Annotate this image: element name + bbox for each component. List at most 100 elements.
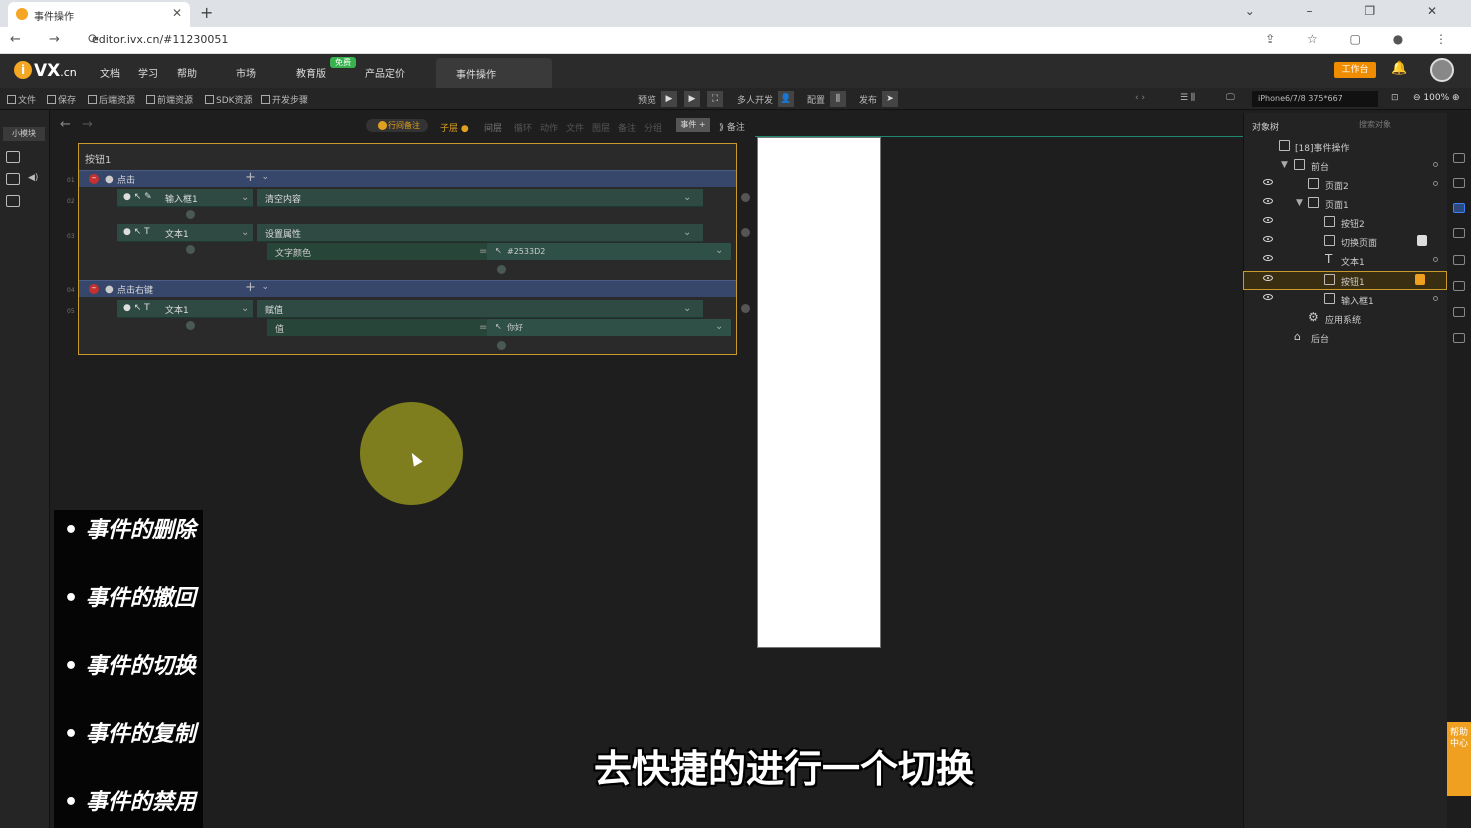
action-target[interactable]: ● ↖ T 文本1 ⌄ <box>117 300 253 318</box>
settings-icon[interactable] <box>6 173 20 185</box>
action-target[interactable]: ● ↖ T 文本1 ⌄ <box>117 224 253 242</box>
search-icon[interactable] <box>6 195 20 207</box>
tree-item-page2[interactable]: 页面2 <box>1243 175 1447 194</box>
action-select[interactable]: 设置属性 ⌄ <box>257 224 703 242</box>
child-layer-toggle[interactable]: 子层 ● <box>440 121 469 134</box>
tree-item-project[interactable]: [18]事件操作 <box>1243 137 1447 156</box>
search-input[interactable]: 搜索对象 <box>1359 119 1455 132</box>
fullscreen-icon[interactable]: ⛶ <box>707 91 723 107</box>
toggle-dot-icon[interactable]: ● <box>105 174 114 185</box>
list-icon[interactable] <box>1453 281 1465 291</box>
workbench-button[interactable]: 工作台 <box>1334 62 1376 78</box>
tree-item-button2[interactable]: 按钮2 <box>1243 213 1447 232</box>
row-handle-icon[interactable] <box>741 193 750 202</box>
toggle-dot-icon[interactable]: ● <box>105 284 114 295</box>
eye-icon[interactable] <box>1263 179 1273 185</box>
tree-item-frontend[interactable]: ▼ 前台 <box>1243 156 1447 175</box>
menu-education[interactable]: 教育版 <box>296 65 326 80</box>
expand-icon[interactable]: ▼ <box>1296 198 1303 208</box>
sliders-icon[interactable]: ⫼ <box>830 91 846 107</box>
device-select[interactable]: iPhone6/7/8 375*667 <box>1252 91 1378 107</box>
menu-learn[interactable]: 学习 <box>138 65 158 80</box>
action-target[interactable]: ● ↖ ✎ 输入框1 ⌄ <box>117 189 253 207</box>
config-label[interactable]: 配置 <box>807 93 825 106</box>
add-action-icon[interactable]: + <box>245 280 256 295</box>
tree-item-input1[interactable]: 输入框1 <box>1243 290 1447 309</box>
eye-icon[interactable] <box>1263 217 1273 223</box>
add-param-icon[interactable] <box>186 321 195 330</box>
url-field[interactable]: editor.ivx.cn/#11230051 <box>92 33 228 46</box>
component-icon[interactable] <box>1453 203 1465 213</box>
prev-icon[interactable]: ‹ › <box>1135 93 1145 103</box>
browser-tab[interactable]: 事件操作 ✕ <box>8 2 190 27</box>
tool-item[interactable]: 间层 <box>484 121 502 134</box>
event-trigger[interactable]: 点击 <box>117 173 135 186</box>
eye-icon[interactable] <box>1263 275 1273 281</box>
eye-icon[interactable] <box>1263 198 1273 204</box>
tool-item[interactable]: 分组 <box>644 121 662 134</box>
tool-item[interactable]: 文件 <box>566 121 584 134</box>
tree-item-page1[interactable]: ▼ 页面1 <box>1243 194 1447 213</box>
ivx-logo[interactable]: i VX.cn <box>14 61 77 81</box>
zoom-control[interactable]: ⊖ 100% ⊕ <box>1413 93 1460 103</box>
sound-icon[interactable]: ◀) <box>28 173 38 183</box>
add-param-icon[interactable] <box>186 245 195 254</box>
target-icon[interactable] <box>1453 307 1465 317</box>
user-icon[interactable]: 👤 <box>778 91 794 107</box>
eye-icon[interactable] <box>1263 255 1273 261</box>
inline-comment-toggle[interactable]: 行间备注 <box>366 119 428 132</box>
play-icon[interactable]: ▶ <box>661 91 677 107</box>
eye-icon[interactable] <box>1263 236 1273 242</box>
browser-actions[interactable]: ⇪ ☆ ▢ ● ⋮ <box>1265 32 1461 46</box>
comment-button[interactable]: ⟫ 备注 <box>719 120 745 133</box>
param-value[interactable]: ↖ 你好 ⌄ <box>487 319 731 336</box>
edit-icon[interactable] <box>6 151 20 163</box>
tree-item-switch-page[interactable]: 切换页面 <box>1243 232 1447 251</box>
event-row[interactable]: – ● 点击 ⌄ + <box>79 170 736 187</box>
lock-icon[interactable] <box>1453 255 1465 265</box>
forward-arrow-icon[interactable]: → <box>82 117 93 132</box>
tool-item[interactable]: 备注 <box>618 121 636 134</box>
new-tab-button[interactable]: + <box>200 3 213 22</box>
tool-item[interactable]: 动作 <box>540 121 558 134</box>
file-button[interactable]: 文件 <box>7 93 36 106</box>
close-tab-icon[interactable]: ✕ <box>172 6 182 20</box>
play-step-icon[interactable]: ▶ <box>684 91 700 107</box>
send-icon[interactable]: ➤ <box>882 91 898 107</box>
tree-item-text1[interactable]: T 文本1 <box>1243 251 1447 270</box>
bell-icon[interactable]: 🔔 <box>1391 61 1407 76</box>
window-controls[interactable]: ⌄ – ❐ ✕ <box>1245 4 1461 18</box>
row-handle-icon[interactable] <box>741 228 750 237</box>
add-param-icon[interactable] <box>497 341 506 350</box>
back-arrow-icon[interactable]: ← <box>60 117 71 132</box>
publish-label[interactable]: 发布 <box>859 93 877 106</box>
delete-event-icon[interactable]: – <box>89 174 99 184</box>
avatar[interactable] <box>1430 58 1454 82</box>
action-select[interactable]: 清空内容 ⌄ <box>257 189 703 207</box>
media-icon[interactable] <box>1453 333 1465 343</box>
help-center-tab[interactable]: 帮助中心 <box>1447 722 1471 796</box>
tree-item-button1[interactable]: 按钮1 <box>1243 271 1447 290</box>
row-handle-icon[interactable] <box>741 304 750 313</box>
monitor-icon[interactable]: 🖵 <box>1226 93 1235 103</box>
project-tab[interactable]: 事件操作 <box>436 58 552 88</box>
eye-icon[interactable] <box>1263 294 1273 300</box>
save-button[interactable]: 保存 <box>47 93 76 106</box>
menu-help[interactable]: 帮助 <box>177 65 197 80</box>
event-trigger[interactable]: 点击右键 <box>117 283 153 296</box>
menu-docs[interactable]: 文档 <box>100 65 120 80</box>
backend-resources-button[interactable]: 后端资源 <box>88 93 135 106</box>
expand-icon[interactable]: ▼ <box>1281 160 1288 170</box>
phone-preview[interactable] <box>757 137 881 648</box>
event-row[interactable]: – ● 点击右键 ⌄ + <box>79 280 736 297</box>
menu-market[interactable]: 市场 <box>236 65 256 80</box>
multi-dev-label[interactable]: 多人开发 <box>737 93 773 106</box>
dev-steps-button[interactable]: 开发步骤 <box>261 93 308 106</box>
layers-icon[interactable] <box>1453 178 1465 188</box>
add-param-icon[interactable] <box>186 210 195 219</box>
small-module-tab[interactable]: 小模块 <box>3 127 45 141</box>
fit-icon[interactable]: ⊡ <box>1391 93 1399 103</box>
param-value[interactable]: ↖ #2533D2 ⌄ <box>487 243 731 260</box>
frontend-resources-button[interactable]: 前端资源 <box>146 93 193 106</box>
function-icon[interactable] <box>1453 228 1465 238</box>
